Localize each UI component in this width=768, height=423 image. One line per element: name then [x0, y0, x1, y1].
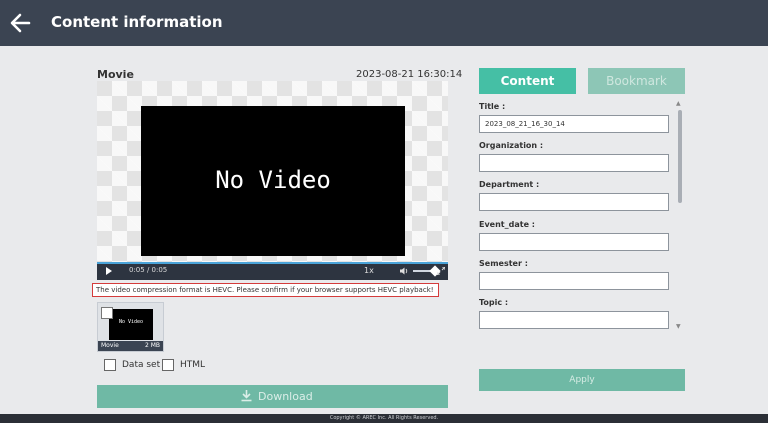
page-title: Content information: [51, 13, 223, 31]
thumbnail-size: 2 MB: [144, 342, 160, 349]
html-checkbox[interactable]: [162, 359, 174, 371]
apply-button[interactable]: Apply: [479, 369, 685, 391]
player-controls: 0:05 / 0:05 1x: [97, 262, 448, 280]
progress-bar[interactable]: [97, 262, 448, 264]
media-thumbnail[interactable]: No Video Movie 2 MB: [97, 302, 164, 352]
download-label: Download: [258, 390, 313, 403]
tab-content[interactable]: Content: [479, 68, 576, 94]
play-icon[interactable]: [106, 267, 112, 275]
fullscreen-icon[interactable]: [437, 267, 445, 275]
form-scrollbar[interactable]: ▲ ▼: [676, 100, 684, 332]
field-label-topic: Topic :: [479, 298, 509, 307]
department-input[interactable]: [479, 193, 669, 211]
playback-speed[interactable]: 1x: [364, 266, 374, 275]
volume-icon[interactable]: [399, 266, 409, 276]
time-readout: 0:05 / 0:05: [129, 266, 168, 274]
organization-input[interactable]: [479, 154, 669, 172]
no-video-text: No Video: [215, 166, 331, 194]
field-label-title: Title :: [479, 102, 506, 111]
metadata-form: Title : 2023_08_21_16_30_14 Organization…: [479, 100, 669, 332]
dataset-checkbox[interactable]: [104, 359, 116, 371]
dataset-label: Data set: [122, 360, 161, 370]
top-bar: Content information: [0, 0, 768, 46]
thumbnail-no-video-text: No Video: [118, 319, 144, 325]
arrow-left-icon[interactable]: [9, 11, 31, 35]
thumbnail-caption: Movie 2 MB: [98, 341, 163, 351]
scroll-up-icon[interactable]: ▲: [676, 100, 681, 107]
scroll-down-icon[interactable]: ▼: [676, 323, 681, 330]
topic-input[interactable]: [479, 311, 669, 329]
thumbnail-checkbox[interactable]: [101, 307, 113, 319]
field-label-department: Department :: [479, 180, 540, 189]
thumbnail-name: Movie: [101, 342, 119, 349]
download-icon: [241, 390, 252, 402]
field-label-event-date: Event_date :: [479, 220, 535, 229]
title-input[interactable]: 2023_08_21_16_30_14: [479, 115, 669, 133]
media-timestamp: 2023-08-21 16:30:14: [356, 69, 463, 80]
hevc-warning: The video compression format is HEVC. Pl…: [92, 283, 439, 297]
tab-bookmark[interactable]: Bookmark: [588, 68, 685, 94]
footer-copyright: Copyright © AREC Inc. All Rights Reserve…: [0, 414, 768, 423]
scroll-thumb[interactable]: [678, 110, 682, 203]
video-player[interactable]: No Video 0:05 / 0:05 1x: [97, 81, 448, 280]
html-label: HTML: [180, 360, 206, 370]
semester-input[interactable]: [479, 272, 669, 290]
event-date-input[interactable]: [479, 233, 669, 251]
thumbnail-preview: No Video: [109, 309, 153, 340]
download-button[interactable]: Download: [97, 385, 448, 408]
field-label-organization: Organization :: [479, 141, 544, 150]
video-screen: No Video: [141, 106, 405, 256]
field-label-semester: Semester :: [479, 259, 528, 268]
media-title: Movie: [97, 68, 134, 81]
